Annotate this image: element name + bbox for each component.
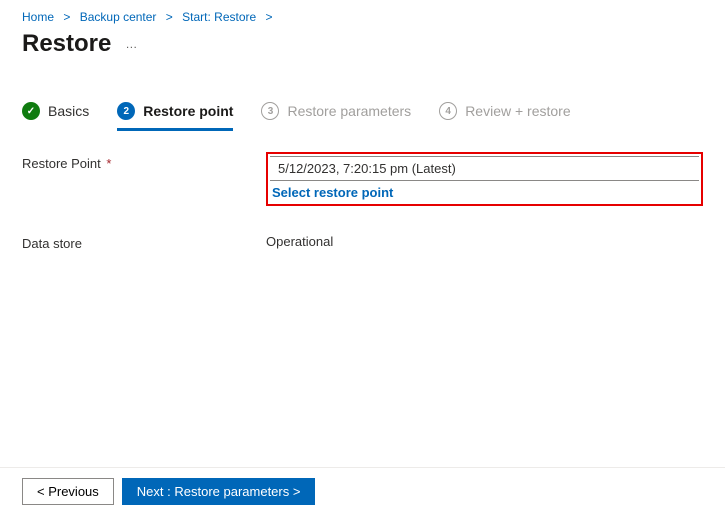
tab-restore-parameters[interactable]: 3 Restore parameters [261,102,411,128]
form-area: Restore Point * Select restore point Dat… [0,128,725,305]
tab-basics[interactable]: ✓ Basics [22,102,89,128]
more-actions-button[interactable]: … [125,37,139,51]
tab-label: Restore point [143,103,233,119]
chevron-right-icon: > [160,10,179,24]
step-number-icon: 4 [439,102,457,120]
tab-review-restore[interactable]: 4 Review + restore [439,102,570,128]
previous-button[interactable]: < Previous [22,478,114,505]
restore-point-highlight: Select restore point [266,152,703,206]
tab-restore-point[interactable]: 2 Restore point [117,102,233,131]
breadcrumb-item-start-restore[interactable]: Start: Restore [182,10,256,24]
tab-label: Basics [48,103,89,119]
wizard-footer: < Previous Next : Restore parameters > [0,467,725,505]
restore-point-input[interactable] [270,156,699,181]
breadcrumb-item-backup-center[interactable]: Backup center [80,10,157,24]
chevron-right-icon: > [57,10,76,24]
required-marker: * [106,156,111,171]
breadcrumb-item-home[interactable]: Home [22,10,54,24]
data-store-label: Data store [22,234,266,251]
page-header: Restore … [0,28,725,76]
label-text: Restore Point [22,156,101,171]
next-button[interactable]: Next : Restore parameters > [122,478,316,505]
restore-point-label: Restore Point * [22,154,266,171]
select-restore-point-link[interactable]: Select restore point [270,181,699,202]
chevron-right-icon: > [260,10,279,24]
breadcrumb: Home > Backup center > Start: Restore > [0,0,725,28]
wizard-tabs: ✓ Basics 2 Restore point 3 Restore param… [0,76,725,128]
tab-label: Restore parameters [287,103,411,119]
step-number-icon: 3 [261,102,279,120]
checkmark-icon: ✓ [22,102,40,120]
restore-point-row: Restore Point * Select restore point [22,154,703,206]
page-title: Restore [22,30,111,58]
data-store-row: Data store Operational [22,234,703,251]
tab-label: Review + restore [465,103,570,119]
step-number-icon: 2 [117,102,135,120]
data-store-value: Operational [266,234,703,249]
